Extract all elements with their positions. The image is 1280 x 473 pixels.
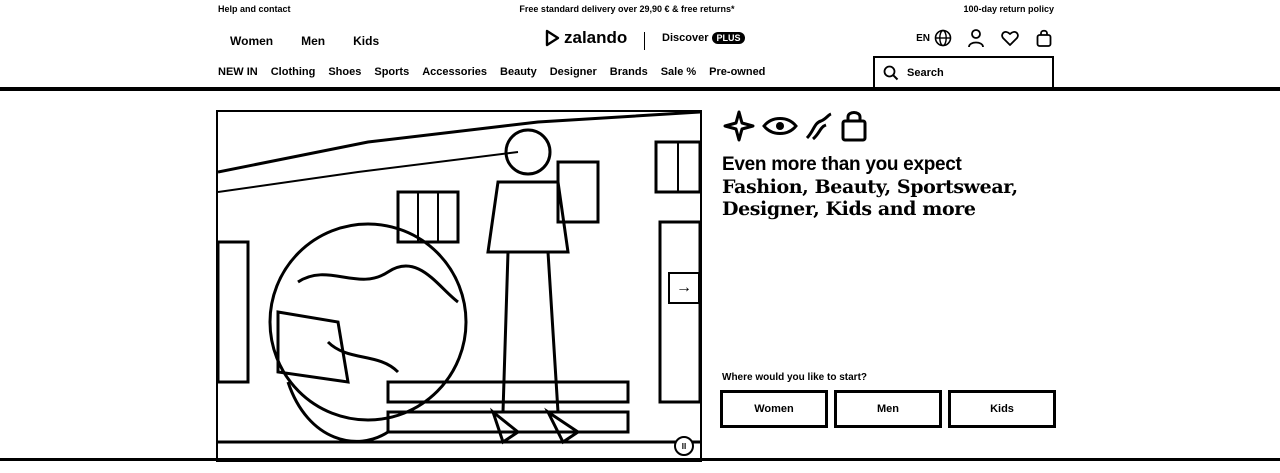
- account-button[interactable]: [966, 28, 986, 48]
- language-selector[interactable]: EN: [916, 29, 952, 47]
- cart-button[interactable]: [1034, 28, 1054, 48]
- wishlist-button[interactable]: [1000, 28, 1020, 48]
- wave-icon: [805, 112, 832, 141]
- user-icon: [968, 29, 984, 48]
- category-beauty[interactable]: Beauty: [500, 66, 537, 78]
- arrow-right-icon: →: [676, 279, 692, 296]
- help-contact-link[interactable]: Help and contact: [218, 4, 291, 14]
- top-utility-bar: Help and contact Free standard delivery …: [218, 0, 1054, 18]
- search-icon: [883, 65, 899, 80]
- promo-subtitle-line2: Designer, Kids and more: [722, 198, 976, 220]
- language-code: EN: [916, 32, 930, 44]
- bottom-divider: [0, 458, 1280, 461]
- category-shoes[interactable]: Shoes: [328, 66, 361, 78]
- search-input[interactable]: Search: [873, 56, 1054, 89]
- brand-name: zalando: [564, 28, 628, 47]
- category-designer[interactable]: Designer: [550, 66, 597, 78]
- promo-subtitle-line1: Fashion, Beauty, Sportswear,: [722, 176, 1018, 198]
- category-nav: NEW IN Clothing Shoes Sports Accessories…: [218, 66, 765, 78]
- gender-nav: Women Men Kids: [230, 34, 379, 48]
- promo-block: Even more than you expect Fashion, Beaut…: [722, 106, 1062, 220]
- gender-tab-kids[interactable]: Kids: [353, 34, 379, 48]
- gender-tab-women[interactable]: Women: [230, 34, 273, 48]
- brand-divider: [644, 32, 645, 50]
- gender-tab-men[interactable]: Men: [301, 34, 325, 48]
- eye-icon: [762, 117, 798, 135]
- category-pre-owned[interactable]: Pre-owned: [709, 66, 765, 78]
- discover-label: Discover: [662, 32, 709, 44]
- header-divider: [0, 87, 1280, 91]
- brand-logo[interactable]: zalando: [544, 28, 645, 50]
- bag-icon: [1036, 29, 1052, 47]
- category-accessories[interactable]: Accessories: [422, 66, 487, 78]
- zalando-play-icon: [545, 29, 560, 47]
- carousel-pause-button[interactable]: II: [674, 436, 694, 456]
- return-policy-link[interactable]: 100-day return policy: [963, 4, 1054, 14]
- sparkle-icon: [723, 110, 755, 142]
- plus-badge: PLUS: [712, 32, 745, 44]
- promo-title: Even more than you expect: [722, 154, 962, 175]
- start-men-button[interactable]: Men: [834, 390, 942, 428]
- promo-icons: [722, 106, 1062, 146]
- shopping-bag-icon: [841, 111, 867, 142]
- pause-icon: II: [681, 441, 687, 451]
- hero-banner[interactable]: → II: [216, 110, 702, 462]
- heart-icon: [1001, 31, 1019, 46]
- hero-image: [218, 112, 700, 460]
- category-sports[interactable]: Sports: [374, 66, 409, 78]
- discover-plus-link[interactable]: Discover PLUS: [662, 32, 745, 44]
- category-clothing[interactable]: Clothing: [271, 66, 316, 78]
- globe-icon: [934, 29, 952, 47]
- main-header: Women Men Kids zalando Discover PLUS EN: [218, 22, 1054, 58]
- category-brands[interactable]: Brands: [610, 66, 648, 78]
- start-question: Where would you like to start?: [722, 372, 868, 383]
- start-buttons: Women Men Kids: [720, 390, 1056, 428]
- category-new-in[interactable]: NEW IN: [218, 66, 258, 78]
- delivery-info[interactable]: Free standard delivery over 29,90 € & fr…: [519, 4, 734, 14]
- start-women-button[interactable]: Women: [720, 390, 828, 428]
- header-actions: EN: [916, 28, 1054, 48]
- carousel-next-button[interactable]: →: [668, 272, 700, 304]
- search-placeholder: Search: [907, 66, 944, 79]
- start-kids-button[interactable]: Kids: [948, 390, 1056, 428]
- category-sale[interactable]: Sale %: [661, 66, 696, 78]
